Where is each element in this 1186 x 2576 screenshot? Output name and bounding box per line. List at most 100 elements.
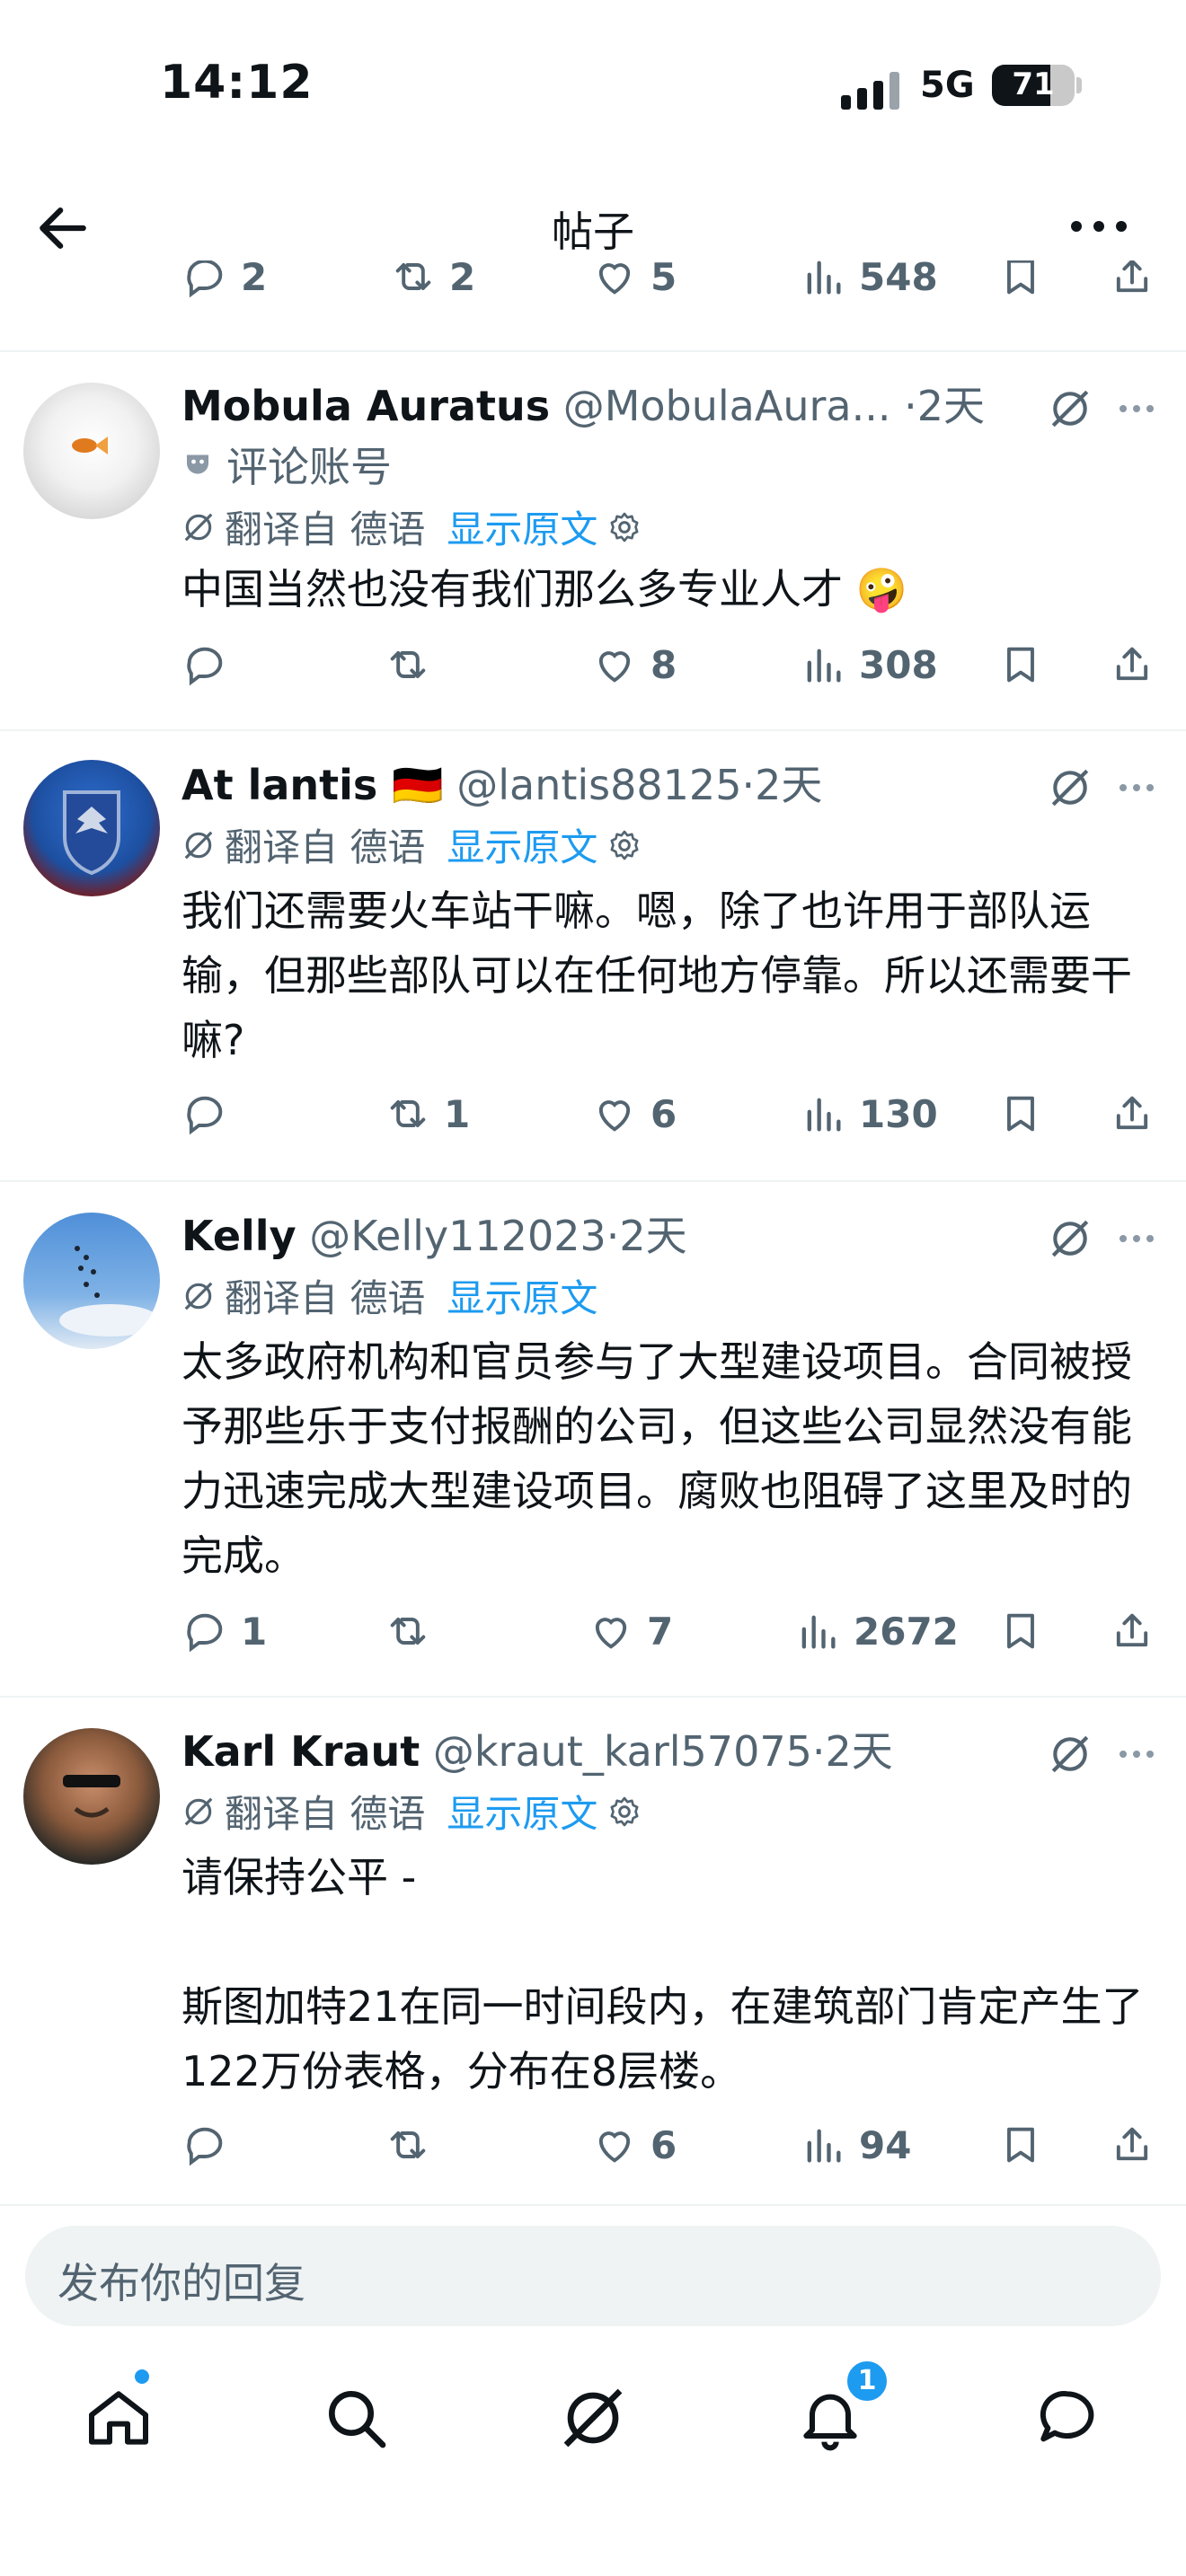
tweet-time[interactable]: 2天 <box>917 382 985 430</box>
views-button[interactable]: 548 <box>800 260 938 300</box>
retweet-button[interactable]: 2 <box>390 260 475 300</box>
bookmark-button[interactable] <box>997 2122 1044 2168</box>
gear-icon[interactable] <box>606 509 642 545</box>
author-handle[interactable]: @MobulaAura... <box>563 382 891 430</box>
tweet-text: 我们还需要火车站干嘛。嗯，除了也许用于部队运输，但那些部队可以在任何地方停靠。所… <box>181 887 1132 1064</box>
bookmark-button[interactable] <box>997 260 1044 300</box>
more-horizontal-icon[interactable] <box>1114 1216 1159 1261</box>
reply-count: 2 <box>241 260 268 299</box>
search-icon[interactable] <box>320 2382 392 2454</box>
author-handle[interactable]: @kraut_karl57075 <box>433 1727 812 1776</box>
author-name[interactable]: Mobula Auratus <box>181 382 550 430</box>
retweet-button[interactable] <box>385 641 444 688</box>
translated-from: 翻译自 德语 <box>225 1276 426 1320</box>
like-button[interactable]: 8 <box>591 641 677 688</box>
more-horizontal-icon[interactable] <box>1066 199 1132 253</box>
avatar[interactable] <box>23 1728 160 1865</box>
share-button[interactable] <box>1109 260 1155 300</box>
account-label: 评论账号 <box>181 435 392 494</box>
share-button[interactable] <box>1109 1608 1155 1654</box>
like-button[interactable]: 5 <box>591 260 677 300</box>
views-button[interactable]: 94 <box>800 2122 911 2168</box>
more-horizontal-icon[interactable] <box>1114 1732 1159 1777</box>
tweet-4[interactable]: Karl Kraut @kraut_karl57075·2天 翻译自 德语 显示… <box>0 1698 1186 2204</box>
author-handle[interactable]: @Kelly112023 <box>309 1212 606 1260</box>
grok-icon[interactable] <box>1048 1216 1093 1261</box>
retweet-button[interactable] <box>385 1608 444 1654</box>
reply-icon <box>187 260 223 298</box>
tweet-time[interactable]: 2天 <box>755 761 822 809</box>
show-original-link[interactable]: 显示原文 <box>447 1268 597 1323</box>
author-handle[interactable]: @lantis88125 <box>456 761 741 809</box>
retweet-button[interactable] <box>385 2122 444 2168</box>
home-icon[interactable] <box>83 2382 155 2454</box>
grok-icon[interactable] <box>1048 1732 1093 1777</box>
avatar[interactable] <box>23 383 160 519</box>
grok-icon[interactable] <box>1048 386 1093 431</box>
tweet-3[interactable]: Kelly @Kelly112023·2天 翻译自 德语 显示原文 太多政府机构… <box>0 1182 1186 1698</box>
tweet-time[interactable]: 2天 <box>826 1727 893 1776</box>
views-count: 308 <box>859 642 938 687</box>
messages-icon[interactable] <box>1031 2382 1103 2454</box>
bookmark-button[interactable] <box>997 1608 1044 1654</box>
views-button[interactable]: 2672 <box>794 1608 959 1654</box>
show-original-link[interactable]: 显示原文 <box>447 1784 597 1839</box>
views-button[interactable]: 130 <box>800 1090 938 1137</box>
heart-icon <box>598 263 631 295</box>
author-name[interactable]: At lantis 🇩🇪 <box>181 761 444 809</box>
retweet-button[interactable]: 1 <box>385 1090 470 1137</box>
avatar[interactable] <box>23 1213 160 1349</box>
tweet-1[interactable]: Mobula Auratus @MobulaAura... ·2天 评论账号 翻… <box>0 352 1186 731</box>
cellular-signal-icon <box>841 72 900 110</box>
reply-button[interactable] <box>181 2122 241 2168</box>
author-name[interactable]: Kelly <box>181 1212 296 1260</box>
retweet-count: 1 <box>444 1091 471 1136</box>
reply-button[interactable] <box>181 641 241 688</box>
share-button[interactable] <box>1109 1090 1155 1137</box>
grok-icon[interactable] <box>1048 765 1093 810</box>
tweet-header: Kelly @Kelly112023·2天 <box>181 1204 1042 1263</box>
avatar[interactable] <box>23 760 160 896</box>
translation-row: 翻译自 德语 显示原文 <box>181 1784 642 1839</box>
tweet-header: Mobula Auratus @MobulaAura... ·2天 <box>181 374 1042 433</box>
reply-button[interactable]: 1 <box>181 1608 267 1654</box>
grok-icon[interactable] <box>557 2382 629 2454</box>
share-button[interactable] <box>1109 641 1155 688</box>
like-button[interactable]: 7 <box>588 1608 673 1654</box>
like-button[interactable]: 6 <box>591 1090 677 1137</box>
share-icon <box>1116 1096 1148 1130</box>
show-original-link[interactable]: 显示原文 <box>447 499 597 554</box>
bookmark-button[interactable] <box>997 641 1044 688</box>
heart-icon <box>598 1100 631 1132</box>
share-button[interactable] <box>1109 2122 1155 2168</box>
tweet-time[interactable]: 2天 <box>619 1212 686 1260</box>
grok-icon <box>184 1282 213 1310</box>
gear-icon[interactable] <box>606 1794 642 1830</box>
account-label-text: 评论账号 <box>226 443 392 491</box>
tweet-header: Karl Kraut @kraut_karl57075·2天 <box>181 1719 1042 1778</box>
views-button[interactable]: 308 <box>800 641 938 688</box>
separator-dot: · <box>606 1212 620 1260</box>
show-original-link[interactable]: 显示原文 <box>447 817 597 872</box>
reply-button[interactable] <box>181 1090 241 1137</box>
heart-icon <box>595 1618 627 1649</box>
bookmark-button[interactable] <box>997 1090 1044 1137</box>
like-count: 7 <box>647 1609 674 1654</box>
like-button[interactable]: 6 <box>591 2122 677 2168</box>
views-icon <box>801 1615 836 1649</box>
retweet-icon <box>390 1100 426 1127</box>
author-name[interactable]: Karl Kraut <box>181 1727 420 1776</box>
like-count: 6 <box>651 1091 677 1136</box>
reply-input[interactable]: 发布你的回复 <box>25 2226 1161 2326</box>
bookmark-icon <box>1007 2127 1034 2163</box>
views-icon <box>807 260 841 295</box>
more-horizontal-icon[interactable] <box>1114 386 1159 431</box>
gear-icon[interactable] <box>606 827 642 863</box>
retweet-icon <box>390 2131 426 2158</box>
tweet-header: At lantis 🇩🇪 @lantis88125·2天 <box>181 753 1042 812</box>
reply-button[interactable]: 2 <box>181 260 267 300</box>
more-horizontal-icon[interactable] <box>1114 765 1159 810</box>
tweet-2[interactable]: At lantis 🇩🇪 @lantis88125·2天 翻译自 德语 显示原文… <box>0 731 1186 1182</box>
reply-icon <box>187 1096 223 1135</box>
network-type: 5G <box>920 65 975 106</box>
